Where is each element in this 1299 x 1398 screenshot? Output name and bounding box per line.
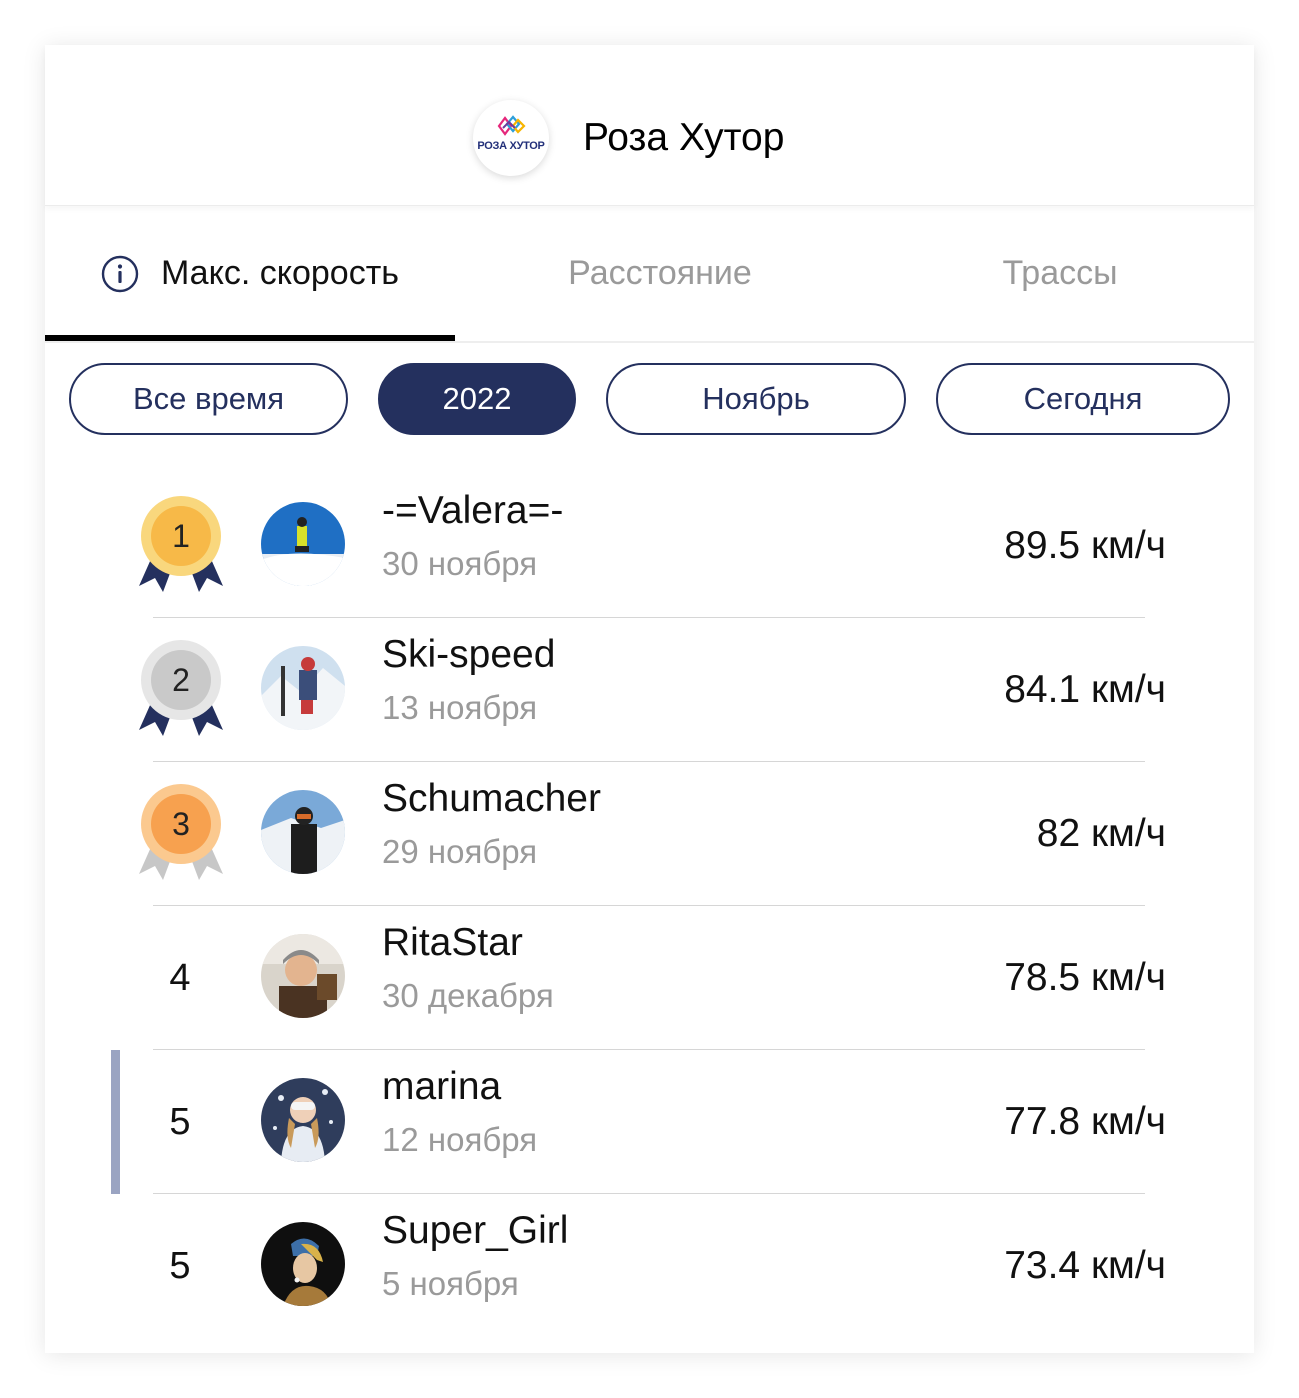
avatar — [261, 790, 345, 874]
leaderboard-row[interactable]: 5 Super_Girl 5 ноября 73.4 км/ч — [45, 1194, 1254, 1338]
leaderboard-row[interactable]: 2 Ski-speed 13 ноября 84.1 км/ч — [45, 618, 1254, 762]
filter-november-button[interactable]: Ноябрь — [606, 363, 906, 435]
resort-logo: РОЗА ХУТОР — [473, 100, 549, 176]
resort-header: РОЗА ХУТОР Роза Хутор — [45, 45, 1254, 206]
page-title: Роза Хутор — [583, 116, 785, 159]
leaderboard-row[interactable]: 3 Schumacher 29 ноября 82 км/ч — [45, 762, 1254, 906]
record-date: 13 ноября — [382, 689, 538, 726]
player-name: -=Valera=- — [382, 489, 564, 532]
avatar — [261, 646, 345, 730]
tab-max-speed[interactable]: Макс. скорость — [45, 206, 455, 341]
tab-bar: Макс. скорость Расстояние Трассы — [45, 206, 1254, 343]
logo-text: РОЗА ХУТОР — [477, 140, 545, 152]
max-speed-value: 89.5 км/ч — [1004, 524, 1166, 567]
avatar — [261, 1078, 345, 1162]
avatar — [261, 1222, 345, 1306]
rank-number: 5 — [169, 1100, 191, 1143]
leaderboard-row-current-user[interactable]: 5 marina 12 ноября 77.8 км/ч — [45, 1050, 1254, 1194]
tab-label: Расстояние — [568, 254, 752, 292]
current-user-marker — [111, 1050, 120, 1194]
tab-tracks[interactable]: Трассы — [855, 206, 1265, 341]
record-date: 29 ноября — [382, 833, 538, 870]
tab-label: Трассы — [1002, 254, 1118, 292]
max-speed-value: 73.4 км/ч — [1004, 1244, 1166, 1287]
record-date: 5 ноября — [382, 1265, 519, 1302]
player-name: marina — [382, 1065, 502, 1108]
avatar — [261, 502, 345, 586]
silver-medal-icon: 2 — [139, 640, 223, 736]
medal-rank: 2 — [172, 662, 190, 698]
max-speed-value: 77.8 км/ч — [1004, 1100, 1166, 1143]
info-icon[interactable] — [101, 255, 139, 293]
leaderboard-card: РОЗА ХУТОР Роза Хутор Макс. скорость Рас… — [45, 45, 1254, 1353]
max-speed-value: 82 км/ч — [1036, 812, 1166, 855]
player-name: RitaStar — [382, 921, 523, 964]
tab-label: Макс. скорость — [160, 254, 400, 292]
filter-2022-button[interactable]: 2022 — [378, 363, 576, 435]
record-date: 12 ноября — [382, 1121, 538, 1158]
filter-today-button[interactable]: Сегодня — [936, 363, 1230, 435]
bronze-medal-icon: 3 — [139, 784, 223, 880]
logo-mark-icon — [497, 115, 526, 136]
active-tab-indicator — [45, 335, 455, 341]
medal-rank: 1 — [172, 518, 190, 554]
leaderboard-row[interactable]: 1 -=Valera=- 30 ноября 89.5 км/ч — [45, 474, 1254, 618]
rank-number: 5 — [169, 1244, 191, 1287]
leaderboard-row[interactable]: 4 RitaStar 30 декабря 78.5 км/ч — [45, 906, 1254, 1050]
medal-rank: 3 — [172, 806, 190, 842]
max-speed-value: 84.1 км/ч — [1004, 668, 1166, 711]
rank-number: 4 — [169, 956, 191, 999]
player-name: Ski-speed — [382, 633, 556, 676]
player-name: Super_Girl — [382, 1209, 569, 1252]
gold-medal-icon: 1 — [139, 496, 223, 592]
max-speed-value: 78.5 км/ч — [1004, 956, 1166, 999]
record-date: 30 декабря — [382, 977, 554, 1014]
filter-all-time-button[interactable]: Все время — [69, 363, 348, 435]
player-name: Schumacher — [382, 777, 601, 820]
record-date: 30 ноября — [382, 545, 538, 582]
avatar — [261, 934, 345, 1018]
tab-distance[interactable]: Расстояние — [455, 206, 865, 341]
